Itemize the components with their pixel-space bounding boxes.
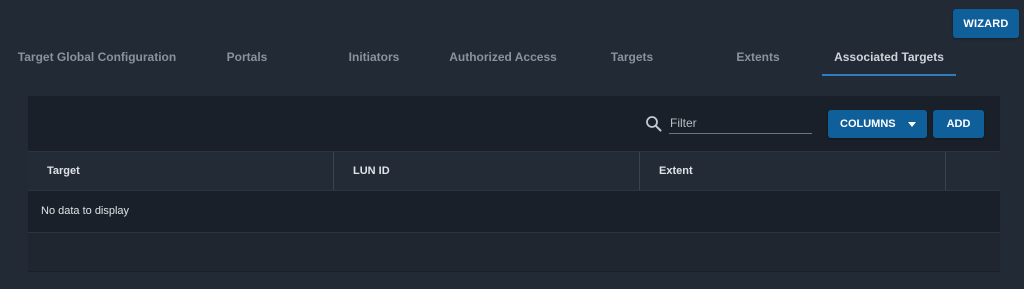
- tab-target-global-configuration[interactable]: Target Global Configuration: [14, 40, 180, 74]
- tab-targets[interactable]: Targets: [584, 40, 680, 74]
- tab-portals[interactable]: Portals: [200, 40, 294, 74]
- columns-button[interactable]: COLUMNS: [828, 110, 927, 138]
- tab-associated-targets[interactable]: Associated Targets: [822, 40, 956, 74]
- active-tab-indicator: [822, 74, 956, 76]
- table-toolbar: COLUMNS ADD: [28, 96, 1000, 151]
- associated-targets-card: COLUMNS ADD Target LUN ID Extent No data…: [28, 96, 1000, 272]
- column-divider[interactable]: [639, 152, 640, 190]
- wizard-button[interactable]: WIZARD: [953, 9, 1019, 38]
- page: WIZARD Target Global Configuration Porta…: [0, 0, 1024, 289]
- search-icon: [646, 116, 662, 132]
- tab-authorized-access[interactable]: Authorized Access: [442, 40, 564, 74]
- column-divider[interactable]: [945, 152, 946, 190]
- caret-down-icon: [908, 122, 916, 127]
- tab-initiators[interactable]: Initiators: [326, 40, 422, 74]
- empty-message: No data to display: [41, 205, 130, 217]
- filter-input[interactable]: [669, 113, 812, 134]
- tab-bar: Target Global Configuration Portals Init…: [0, 40, 1024, 76]
- column-header-lun-id[interactable]: LUN ID: [353, 152, 633, 190]
- empty-table-row: No data to display: [28, 190, 1000, 233]
- column-header-target[interactable]: Target: [47, 152, 327, 190]
- column-divider[interactable]: [333, 152, 334, 190]
- tab-extents[interactable]: Extents: [710, 40, 806, 74]
- add-button[interactable]: ADD: [933, 110, 984, 138]
- table-footer: [28, 233, 1000, 271]
- table-header: Target LUN ID Extent: [28, 151, 1000, 191]
- column-header-extent[interactable]: Extent: [659, 152, 939, 190]
- columns-button-label: COLUMNS: [840, 118, 896, 130]
